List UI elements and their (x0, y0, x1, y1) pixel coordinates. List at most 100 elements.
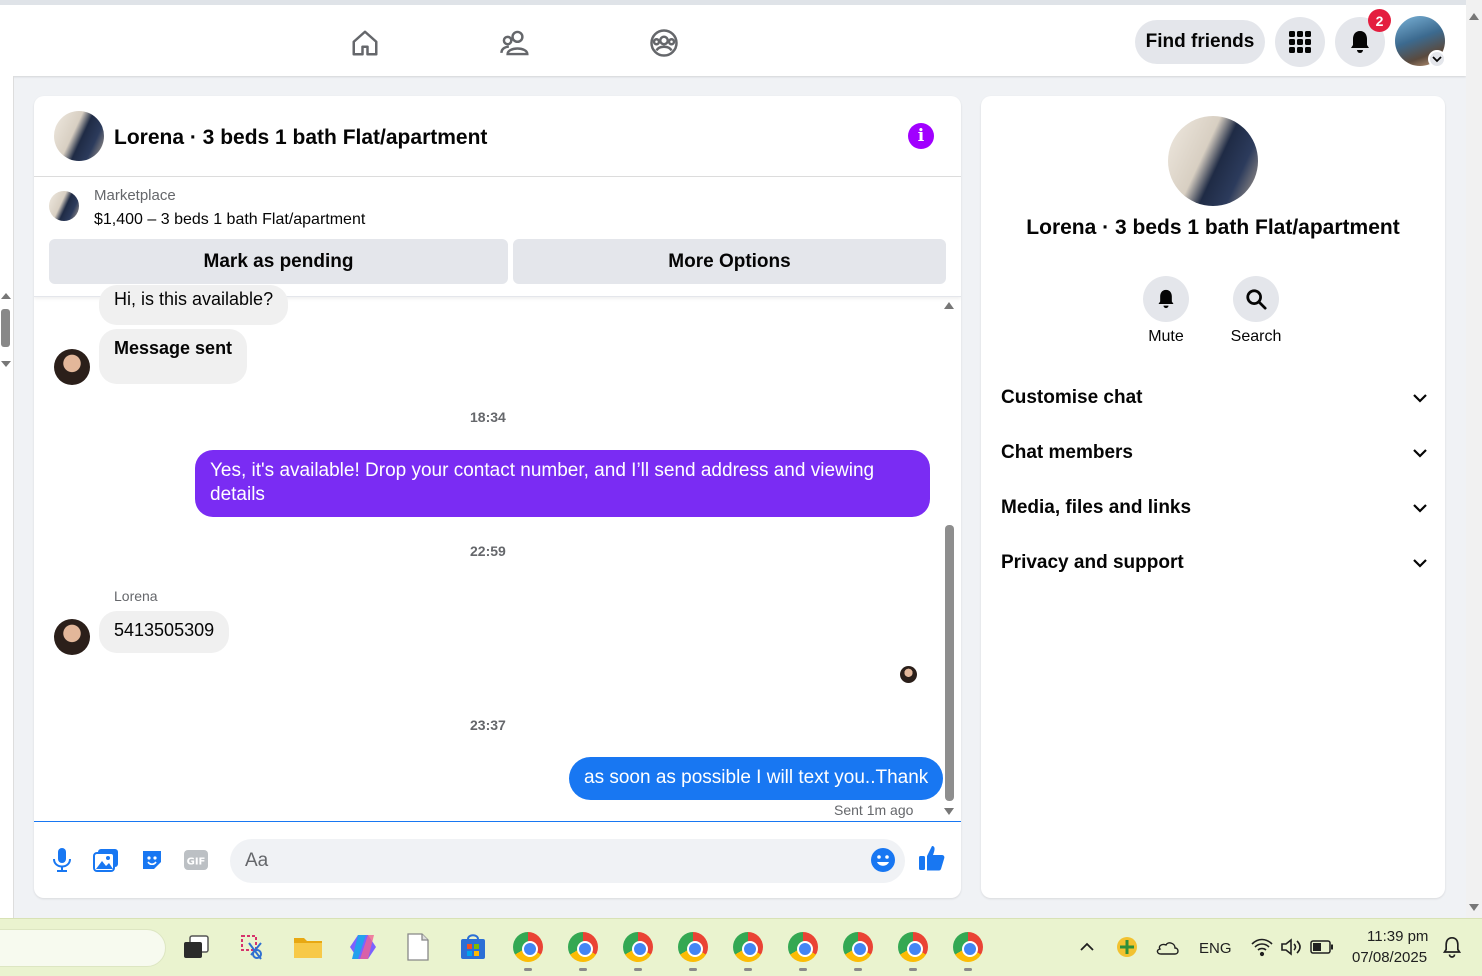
mute-label: Mute (1148, 328, 1184, 345)
marketplace-listing-banner: Marketplace $1,400 – 3 beds 1 bath Flat/… (34, 177, 961, 297)
task-view-icon[interactable] (180, 931, 212, 963)
volume-icon[interactable] (1276, 931, 1308, 963)
svg-text:GIF: GIF (187, 857, 206, 868)
notepad-icon[interactable] (402, 931, 434, 963)
timestamp: 22:59 (470, 543, 506, 559)
snipping-tool-icon[interactable] (237, 931, 269, 963)
section-label: Media, files and links (1001, 497, 1192, 518)
chat-listing-thumbnail[interactable] (54, 111, 104, 161)
search-icon[interactable] (1233, 276, 1279, 322)
outgoing-message[interactable]: as soon as possible I will text you..Tha… (569, 757, 944, 800)
chevron-down-icon (1413, 394, 1427, 403)
chat-members-section[interactable]: Chat members (1001, 433, 1427, 473)
home-icon[interactable] (347, 25, 383, 61)
grid-icon (1289, 31, 1311, 53)
friends-icon[interactable] (497, 25, 533, 61)
show-hidden-icons-chevron-icon[interactable] (1071, 931, 1103, 963)
media-files-links-section[interactable]: Media, files and links (1001, 488, 1427, 528)
chrome-profile-icon[interactable] (897, 931, 929, 963)
chrome-profile-icon[interactable] (732, 931, 764, 963)
battery-icon[interactable] (1306, 931, 1338, 963)
message-thread[interactable]: Hi, is this available? Message sent 18:3… (34, 285, 961, 821)
chevron-down-icon (1413, 449, 1427, 458)
section-label: Customise chat (1001, 387, 1143, 408)
scroll-thumb[interactable] (945, 525, 954, 801)
chrome-profile-icon[interactable] (622, 931, 654, 963)
menu-grid-button[interactable] (1275, 17, 1325, 67)
outgoing-message[interactable]: Yes, it's available! Drop your contact n… (195, 450, 930, 517)
page-scroll-down-icon[interactable] (1469, 904, 1479, 912)
notification-count-badge: 2 (1368, 9, 1391, 32)
copilot-icon[interactable] (347, 931, 379, 963)
conversation-avatar[interactable] (1168, 116, 1258, 206)
section-label: Privacy and support (1001, 552, 1184, 573)
mark-as-pending-button[interactable]: Mark as pending (49, 239, 508, 284)
chevron-down-icon (1413, 504, 1427, 513)
chrome-profile-icon[interactable] (677, 931, 709, 963)
conversation-info-panel: Lorena · 3 beds 1 bath Flat/apartment Mu… (981, 96, 1445, 898)
page-scroll-up-icon[interactable] (1469, 12, 1479, 20)
find-friends-button[interactable]: Find friends (1135, 20, 1265, 64)
info-icon[interactable]: i (908, 123, 934, 149)
conversation-name: Lorena · 3 beds 1 bath Flat/apartment (1026, 216, 1400, 239)
bell-icon (1351, 31, 1369, 53)
language-indicator[interactable]: ENG (1199, 940, 1232, 957)
privacy-support-section[interactable]: Privacy and support (1001, 543, 1427, 583)
mute-action[interactable]: Mute (1131, 276, 1201, 346)
read-receipt-avatar (900, 666, 917, 683)
search-label: Search (1230, 328, 1282, 345)
scroll-down-icon[interactable] (944, 808, 954, 816)
microsoft-store-icon[interactable] (457, 931, 489, 963)
account-chevron-icon[interactable] (1428, 50, 1446, 68)
chrome-profile-icon[interactable] (842, 931, 874, 963)
mute-bell-icon[interactable] (1143, 276, 1189, 322)
clock-date[interactable]: 07/08/2025 (1352, 949, 1427, 966)
microphone-icon[interactable] (48, 846, 76, 874)
more-options-button[interactable]: More Options (513, 239, 946, 284)
customise-chat-section[interactable]: Customise chat (1001, 378, 1427, 418)
groups-icon[interactable] (646, 25, 682, 61)
sender-name: Lorena (114, 588, 158, 604)
scroll-up-icon[interactable] (944, 301, 954, 309)
chrome-profile-icon[interactable] (512, 931, 544, 963)
chat-header: Lorena · 3 beds 1 bath Flat/apartment i (34, 96, 961, 177)
sender-avatar[interactable] (54, 349, 90, 385)
chat-panel: Lorena · 3 beds 1 bath Flat/apartment i … (34, 96, 961, 898)
emoji-icon[interactable] (869, 846, 897, 874)
sender-avatar[interactable] (54, 619, 90, 655)
thumbs-up-icon[interactable] (918, 844, 946, 872)
listing-price-title[interactable]: $1,400 – 3 beds 1 bath Flat/apartment (94, 211, 365, 229)
timestamp: 18:34 (470, 409, 506, 425)
clock-time[interactable]: 11:39 pm (1367, 928, 1428, 945)
left-scroll-arrows-icon (1, 293, 11, 367)
photo-gallery-icon[interactable] (92, 846, 120, 874)
message-input[interactable] (230, 839, 905, 883)
search-action[interactable]: Search (1221, 276, 1291, 346)
notification-center-icon[interactable] (1436, 931, 1468, 963)
marketplace-label: Marketplace (94, 187, 176, 204)
chrome-profile-icon[interactable] (952, 931, 984, 963)
left-edge-scrollbar[interactable] (0, 76, 14, 918)
listing-thumbnail[interactable] (49, 191, 79, 221)
gif-icon[interactable]: GIF (182, 846, 210, 874)
incoming-message[interactable]: Hi, is this available? (99, 285, 289, 325)
windows-taskbar: ENG 11:39 pm 07/08/2025 (0, 918, 1482, 976)
incoming-message[interactable]: Message sent (99, 329, 248, 384)
message-composer: GIF (34, 821, 961, 898)
chrome-profile-icon[interactable] (787, 931, 819, 963)
timestamp: 23:37 (470, 717, 506, 733)
sent-status: Sent 1m ago (834, 802, 914, 818)
taskbar-search-box[interactable] (0, 929, 166, 967)
chevron-down-icon (1413, 559, 1427, 568)
onedrive-cloud-icon[interactable] (1151, 931, 1183, 963)
chat-title[interactable]: Lorena · 3 beds 1 bath Flat/apartment (114, 126, 487, 150)
incoming-message[interactable]: 5413505309 (99, 611, 230, 653)
chrome-profile-icon[interactable] (567, 931, 599, 963)
file-explorer-icon[interactable] (292, 931, 324, 963)
thread-scrollbar[interactable] (944, 297, 954, 821)
wifi-icon[interactable] (1246, 931, 1278, 963)
page-scrollbar[interactable] (1466, 0, 1482, 918)
sticker-icon[interactable] (138, 846, 166, 874)
section-label: Chat members (1001, 442, 1133, 463)
tray-app-icon[interactable] (1111, 931, 1143, 963)
